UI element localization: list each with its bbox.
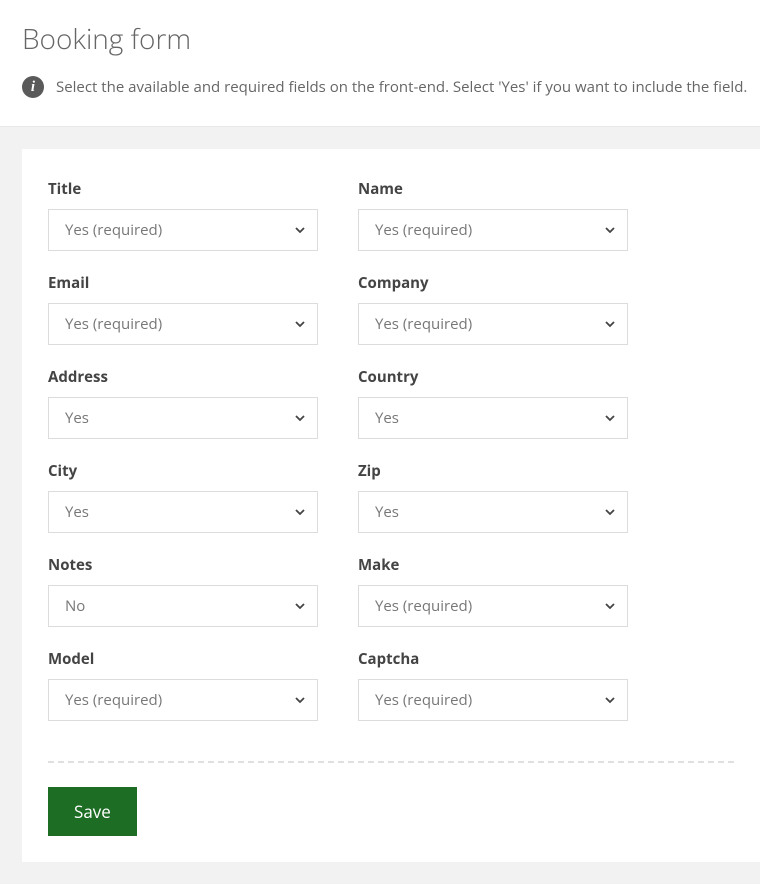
divider: [48, 761, 734, 763]
select-country[interactable]: Yes (required)YesNo: [358, 397, 628, 439]
select-email[interactable]: Yes (required)YesNo: [48, 303, 318, 345]
select-wrap-captcha: Yes (required)YesNo: [358, 679, 628, 721]
select-wrap-make: Yes (required)YesNo: [358, 585, 628, 627]
select-notes[interactable]: Yes (required)YesNo: [48, 585, 318, 627]
select-city[interactable]: Yes (required)YesNo: [48, 491, 318, 533]
page-title: Booking form: [22, 20, 738, 58]
field-name: Name Yes (required)YesNo: [358, 179, 668, 251]
select-zip[interactable]: Yes (required)YesNo: [358, 491, 628, 533]
select-wrap-notes: Yes (required)YesNo: [48, 585, 318, 627]
field-label-company: Company: [358, 273, 628, 293]
field-email: Email Yes (required)YesNo: [48, 273, 358, 345]
select-wrap-country: Yes (required)YesNo: [358, 397, 628, 439]
select-wrap-title: Yes (required)YesNo: [48, 209, 318, 251]
select-wrap-zip: Yes (required)YesNo: [358, 491, 628, 533]
select-wrap-address: Yes (required)YesNo: [48, 397, 318, 439]
field-notes: Notes Yes (required)YesNo: [48, 555, 358, 627]
select-name[interactable]: Yes (required)YesNo: [358, 209, 628, 251]
select-model[interactable]: Yes (required)YesNo: [48, 679, 318, 721]
info-text: Select the available and required fields…: [56, 77, 747, 97]
info-icon: i: [22, 76, 44, 98]
field-label-address: Address: [48, 367, 318, 387]
fields-grid: Title Yes (required)YesNo Name Yes (require…: [48, 179, 734, 743]
field-captcha: Captcha Yes (required)YesNo: [358, 649, 668, 721]
select-wrap-email: Yes (required)YesNo: [48, 303, 318, 345]
select-company[interactable]: Yes (required)YesNo: [358, 303, 628, 345]
save-button[interactable]: Save: [48, 787, 137, 836]
field-zip: Zip Yes (required)YesNo: [358, 461, 668, 533]
field-label-email: Email: [48, 273, 318, 293]
select-address[interactable]: Yes (required)YesNo: [48, 397, 318, 439]
select-wrap-city: Yes (required)YesNo: [48, 491, 318, 533]
field-country: Country Yes (required)YesNo: [358, 367, 668, 439]
field-title: Title Yes (required)YesNo: [48, 179, 358, 251]
field-label-country: Country: [358, 367, 628, 387]
select-wrap-company: Yes (required)YesNo: [358, 303, 628, 345]
select-make[interactable]: Yes (required)YesNo: [358, 585, 628, 627]
select-title[interactable]: Yes (required)YesNo: [48, 209, 318, 251]
field-company: Company Yes (required)YesNo: [358, 273, 668, 345]
field-make: Make Yes (required)YesNo: [358, 555, 668, 627]
field-address: Address Yes (required)YesNo: [48, 367, 358, 439]
field-label-zip: Zip: [358, 461, 628, 481]
field-city: City Yes (required)YesNo: [48, 461, 358, 533]
select-captcha[interactable]: Yes (required)YesNo: [358, 679, 628, 721]
select-wrap-name: Yes (required)YesNo: [358, 209, 628, 251]
field-label-city: City: [48, 461, 318, 481]
field-label-notes: Notes: [48, 555, 318, 575]
field-label-captcha: Captcha: [358, 649, 628, 669]
field-label-name: Name: [358, 179, 628, 199]
content-background: Title Yes (required)YesNo Name Yes (require…: [0, 126, 760, 884]
form-panel: Title Yes (required)YesNo Name Yes (require…: [22, 149, 760, 862]
field-label-title: Title: [48, 179, 318, 199]
field-model: Model Yes (required)YesNo: [48, 649, 358, 721]
field-label-model: Model: [48, 649, 318, 669]
info-row: i Select the available and required fiel…: [22, 76, 738, 116]
select-wrap-model: Yes (required)YesNo: [48, 679, 318, 721]
field-label-make: Make: [358, 555, 628, 575]
